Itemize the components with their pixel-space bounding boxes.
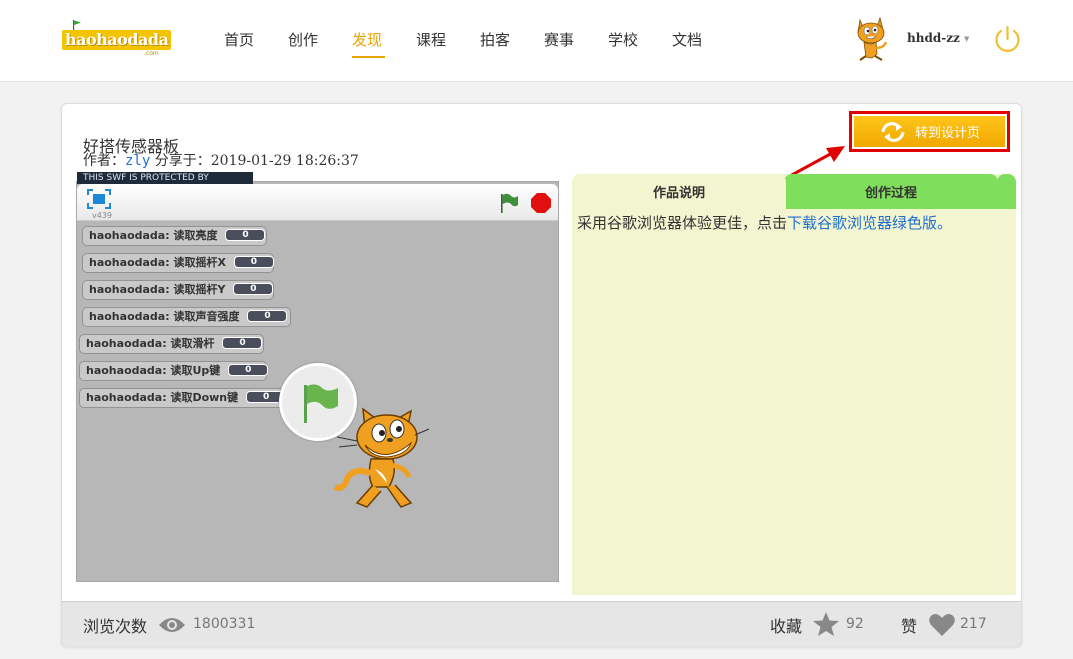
scratch-cat-icon[interactable] [846, 14, 896, 64]
shared-date: 2019-01-29 18:26:37 [210, 153, 359, 169]
nav-item-paike[interactable]: 拍客 [480, 0, 544, 82]
monitor-label: haohaodada: 读取声音强度 [89, 310, 240, 323]
monitor-label: haohaodada: 读取Down键 [86, 391, 239, 404]
likes-label: 赞 [901, 617, 918, 636]
chrome-download-link[interactable]: 下载谷歌浏览器绿色版。 [787, 214, 952, 232]
project-card: 好搭传感器板 作者：zly 分享于：2019-01-29 18:26:37 转到… [61, 103, 1022, 647]
power-icon[interactable] [992, 24, 1023, 55]
username[interactable]: hhdd-zz [907, 31, 960, 45]
logo-wordmark: haohaodada [62, 30, 172, 50]
shared-label: 分享于： [154, 153, 211, 169]
go-to-design-button[interactable]: 转到设计页 [849, 111, 1010, 152]
nav-item-schools[interactable]: 学校 [608, 0, 672, 82]
stop-icon[interactable] [530, 192, 552, 214]
top-header: haohaodada .com 首页 创作 发现 课程 拍客 赛事 学校 文档 … [0, 0, 1073, 82]
swf-protect-strip: THIS SWF IS PROTECTED BY [77, 172, 253, 184]
fullscreen-icon[interactable] [87, 189, 111, 209]
nav-item-courses[interactable]: 课程 [416, 0, 480, 82]
likes-count: 217 [960, 616, 987, 632]
monitor-label: haohaodada: 读取Up键 [86, 364, 221, 377]
monitor-value: 0 [222, 337, 263, 349]
monitor-value: 0 [247, 310, 288, 322]
monitor-label: haohaodada: 读取滑杆 [86, 337, 215, 350]
go-to-design-label: 转到设计页 [914, 126, 980, 141]
tab-overflow [997, 174, 1016, 209]
swap-arrows-icon [881, 121, 905, 142]
description-text: 采用谷歌浏览器体验更佳，点击下载谷歌浏览器绿色版。 [577, 212, 952, 233]
favorites-count: 92 [846, 616, 864, 632]
monitor-slider[interactable]: haohaodada: 读取滑杆 0 [79, 334, 264, 354]
monitor-value: 0 [233, 256, 274, 268]
tab-description[interactable]: 作品说明 [572, 174, 786, 209]
monitor-value: 0 [233, 283, 274, 295]
site-logo[interactable]: haohaodada .com [62, 20, 172, 58]
monitor-sound-level[interactable]: haohaodada: 读取声音强度 0 [82, 307, 291, 327]
monitor-joystick-x[interactable]: haohaodada: 读取摇杆X 0 [82, 253, 274, 273]
main-nav: 首页 创作 发现 课程 拍客 赛事 学校 文档 [224, 0, 736, 82]
monitor-brightness[interactable]: haohaodada: 读取亮度 0 [82, 226, 267, 246]
logo-suffix: .com [144, 50, 159, 57]
monitor-joystick-y[interactable]: haohaodada: 读取摇杆Y 0 [82, 280, 274, 300]
eye-icon [159, 618, 185, 632]
green-flag-icon[interactable] [499, 192, 519, 214]
monitor-label: haohaodada: 读取摇杆Y [89, 283, 226, 296]
project-info-panel: 创作过程 作品说明 采用谷歌浏览器体验更佳，点击下载谷歌浏览器绿色版。 [572, 174, 1016, 595]
go-to-design-button-body[interactable]: 转到设计页 [854, 116, 1005, 147]
project-stats-bar: 浏览次数 1800331 收藏 92 赞 217 [62, 601, 1021, 647]
author-label: 作者： [83, 153, 125, 169]
monitor-value: 0 [225, 229, 266, 241]
player-version: v439 [92, 211, 113, 220]
player-toolbar: v439 [77, 184, 558, 221]
tab-creation-process[interactable]: 创作过程 [784, 174, 998, 209]
monitor-label: haohaodada: 读取摇杆X [89, 256, 226, 269]
views-label: 浏览次数 [83, 617, 148, 636]
nav-item-create[interactable]: 创作 [288, 0, 352, 82]
monitor-up-key[interactable]: haohaodada: 读取Up键 0 [79, 361, 269, 381]
star-icon[interactable] [812, 611, 840, 637]
user-menu-caret-icon[interactable]: ▼ [964, 35, 969, 43]
monitor-down-key[interactable]: haohaodada: 读取Down键 0 [79, 388, 287, 408]
scratch-cat-sprite [333, 407, 430, 508]
heart-icon[interactable] [928, 613, 956, 637]
favorites-label: 收藏 [770, 617, 803, 636]
views-count: 1800331 [193, 616, 256, 632]
nav-item-contests[interactable]: 赛事 [544, 0, 608, 82]
project-meta: 作者：zly 分享于：2019-01-29 18:26:37 [83, 150, 359, 170]
nav-item-discover[interactable]: 发现 [352, 0, 416, 82]
monitor-value: 0 [228, 364, 269, 376]
monitor-label: haohaodada: 读取亮度 [89, 229, 218, 242]
scratch-player[interactable]: THIS SWF IS PROTECTED BY v439 haohaodada… [76, 172, 559, 582]
nav-item-docs[interactable]: 文档 [672, 0, 736, 82]
description-body: 采用谷歌浏览器体验更佳，点击 [577, 214, 788, 232]
author-link[interactable]: zly [125, 153, 150, 169]
nav-item-home[interactable]: 首页 [224, 0, 288, 82]
